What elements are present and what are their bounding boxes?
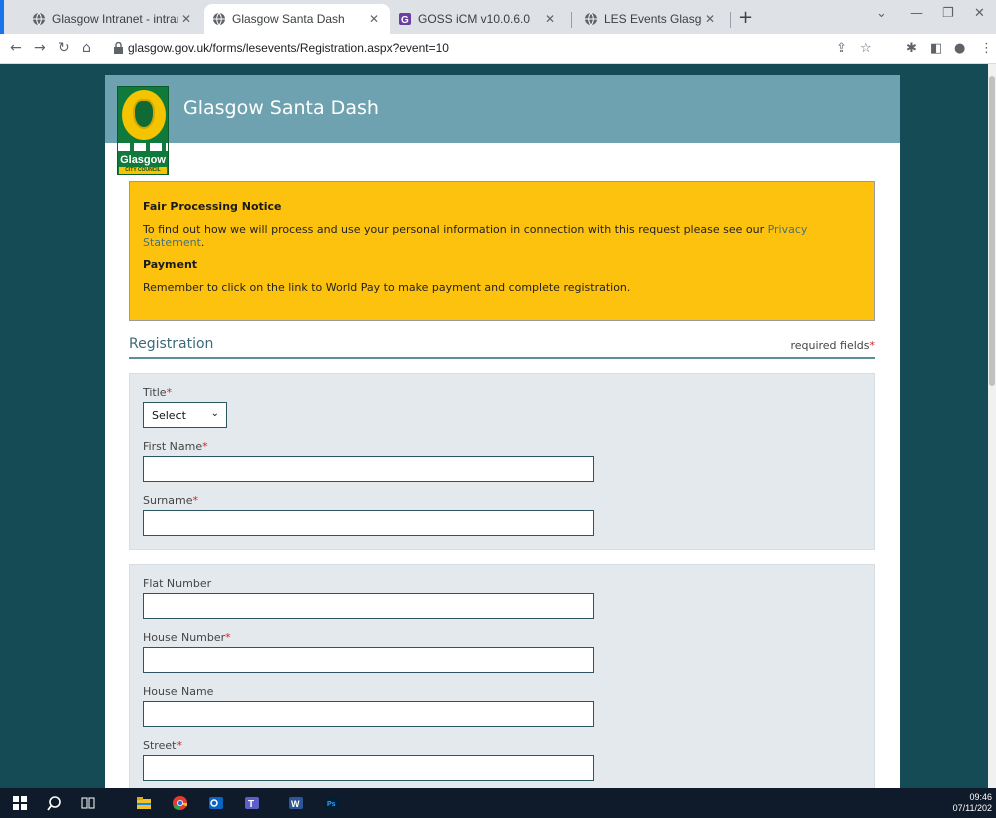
street-label: Street*	[143, 739, 182, 752]
house-name-field[interactable]	[143, 701, 594, 727]
tab-title: Glasgow Santa Dash	[232, 12, 345, 26]
globe-icon	[213, 12, 225, 26]
tab-title: Glasgow Intranet - intranet Hom	[52, 12, 178, 26]
house-number-label: House Number*	[143, 631, 231, 644]
required-fields-note: required fields*	[790, 339, 875, 352]
title-label: Title*	[143, 386, 173, 399]
form-card: Glasgow Santa Dash Glasgow CITY COUNCIL …	[105, 75, 900, 788]
flat-number-label: Flat Number	[143, 577, 212, 590]
notice-text: To find out how we will process and use …	[143, 223, 808, 249]
reload-icon[interactable]: ↻	[58, 40, 70, 56]
file-explorer-icon[interactable]	[136, 795, 152, 811]
address-fieldset: Flat Number House Number* House Name Str…	[129, 564, 875, 788]
first-name-field[interactable]	[143, 456, 594, 482]
task-view-icon[interactable]	[80, 795, 96, 811]
tab-separator	[730, 12, 731, 28]
minimize-button[interactable]: —	[910, 6, 923, 21]
back-icon[interactable]: ←	[10, 40, 22, 56]
first-name-label: First Name*	[143, 440, 208, 453]
share-icon[interactable]: ⇪	[836, 41, 847, 56]
address-bar[interactable]: glasgow.gov.uk/forms/lesevents/Registrat…	[128, 41, 449, 55]
tab-title: GOSS iCM v10.0.6.0	[418, 12, 531, 26]
browser-toolbar: ← → ↻ ⌂ glasgow.gov.uk/forms/lesevents/R…	[0, 34, 996, 64]
chrome-icon[interactable]	[172, 795, 188, 811]
surname-label: Surname*	[143, 494, 198, 507]
lock-icon[interactable]	[114, 42, 123, 54]
registration-header: Registration required fields*	[129, 333, 875, 359]
bookmark-star-icon[interactable]: ☆	[860, 41, 872, 56]
search-icon[interactable]	[46, 795, 62, 811]
word-icon[interactable]: W	[288, 795, 304, 811]
svg-text:Ps: Ps	[327, 801, 336, 808]
glasgow-city-council-logo[interactable]: Glasgow CITY COUNCIL	[117, 86, 169, 175]
tab-title: LES Events Glasgow	[604, 12, 702, 26]
chevron-down-icon: ⌄	[210, 408, 219, 419]
logo-subtext: CITY COUNCIL	[119, 167, 167, 174]
extensions-icon[interactable]: ✱	[906, 41, 917, 56]
svg-text:T: T	[248, 799, 254, 810]
close-icon[interactable]: ✕	[178, 12, 194, 26]
window-accent	[0, 0, 4, 34]
street-field[interactable]	[143, 755, 594, 781]
page-scrollbar[interactable]	[988, 64, 996, 788]
house-number-field[interactable]	[143, 647, 594, 673]
close-icon[interactable]: ✕	[542, 12, 558, 26]
title-select[interactable]: Select ⌄	[143, 402, 227, 428]
scrollbar-thumb[interactable]	[989, 76, 995, 386]
tab-separator	[571, 12, 572, 28]
logo-wave	[118, 143, 168, 151]
fair-processing-notice: Fair Processing Notice To find out how w…	[129, 181, 875, 321]
payment-text: Remember to click on the link to World P…	[143, 281, 631, 294]
menu-icon[interactable]: ⋮	[980, 41, 993, 56]
page-title: Glasgow Santa Dash	[183, 97, 379, 119]
logo-text: Glasgow	[120, 154, 166, 166]
tab-les-events[interactable]: LES Events Glasgow ✕	[576, 4, 726, 34]
side-panel-icon[interactable]: ◧	[930, 41, 942, 56]
registration-title: Registration	[129, 336, 214, 352]
home-icon[interactable]: ⌂	[82, 40, 91, 56]
globe-icon	[585, 12, 597, 26]
taskbar: T W Ps 09:46 07/11/202	[0, 788, 996, 818]
payment-heading: Payment	[143, 258, 198, 271]
svg-text:G: G	[401, 15, 409, 26]
flat-number-field[interactable]	[143, 593, 594, 619]
notice-heading: Fair Processing Notice	[143, 200, 282, 213]
personal-details-fieldset: Title* Select ⌄ First Name* Surname*	[129, 373, 875, 550]
close-window-button[interactable]: ✕	[974, 6, 985, 21]
close-icon[interactable]: ✕	[366, 12, 382, 26]
photoshop-icon[interactable]: Ps	[324, 795, 340, 811]
system-clock[interactable]: 09:46 07/11/202	[953, 792, 992, 814]
close-icon[interactable]: ✕	[702, 12, 718, 26]
goss-icon: G	[399, 13, 411, 26]
new-tab-button[interactable]: +	[738, 7, 753, 28]
crest-icon	[122, 90, 166, 140]
svg-text:W: W	[291, 799, 300, 809]
browser-tab-strip: Glasgow Intranet - intranet Hom ✕ Glasgo…	[0, 0, 996, 34]
forward-icon[interactable]: →	[34, 40, 46, 56]
tab-glasgow-intranet[interactable]: Glasgow Intranet - intranet Hom ✕	[24, 4, 202, 34]
surname-field[interactable]	[143, 510, 594, 536]
house-name-label: House Name	[143, 685, 214, 698]
outlook-icon[interactable]	[208, 795, 224, 811]
tab-goss-icm[interactable]: G GOSS iCM v10.0.6.0 ✕	[390, 4, 566, 34]
page-viewport: Glasgow Santa Dash Glasgow CITY COUNCIL …	[0, 64, 996, 788]
tab-glasgow-santa-dash[interactable]: Glasgow Santa Dash ✕	[204, 4, 390, 34]
windows-start-icon[interactable]	[12, 795, 28, 811]
teams-icon[interactable]: T	[244, 795, 260, 811]
restore-button[interactable]: ❐	[942, 6, 954, 21]
globe-icon	[33, 12, 45, 26]
profile-icon[interactable]: ●	[954, 41, 965, 56]
tab-search-icon[interactable]: ⌄	[876, 6, 887, 21]
page-banner: Glasgow Santa Dash	[105, 75, 900, 143]
